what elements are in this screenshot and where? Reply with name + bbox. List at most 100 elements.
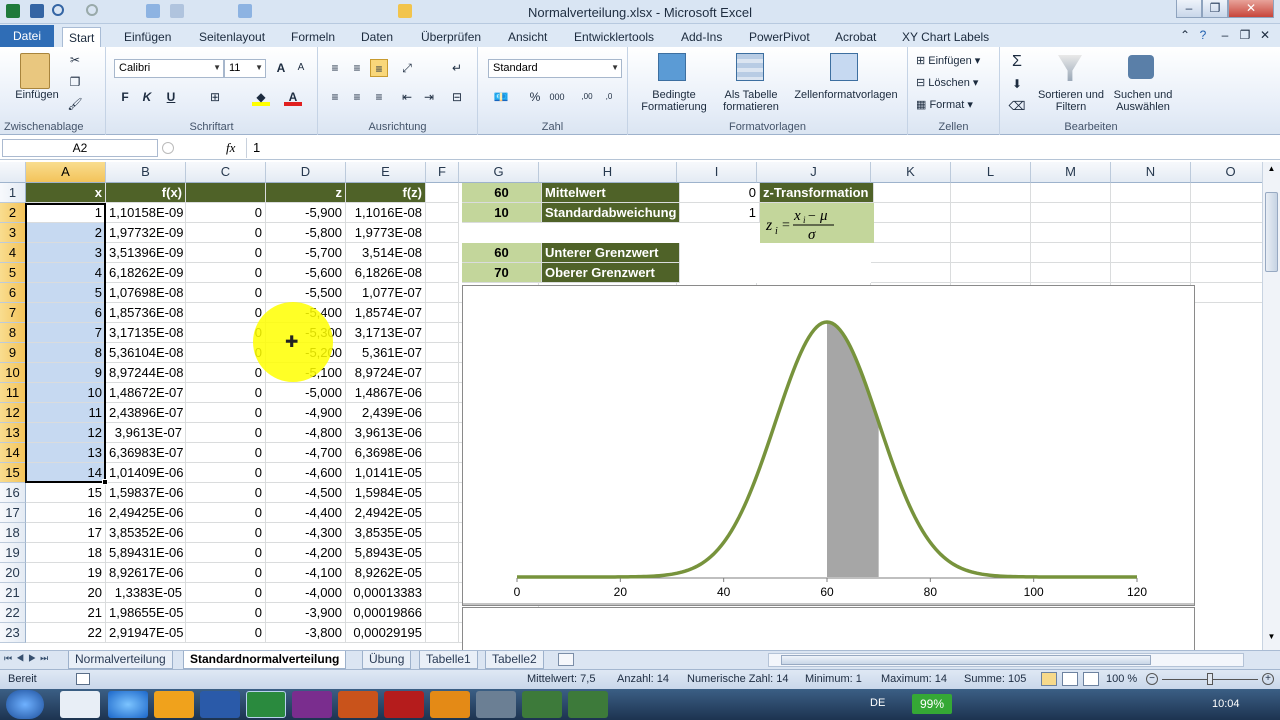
empty-cell[interactable] [426, 603, 459, 623]
table-cell[interactable]: 3,9613E-07 [106, 423, 186, 443]
table-cell[interactable]: 8 [26, 343, 106, 363]
table-cell[interactable]: -5,500 [266, 283, 346, 303]
copy-icon[interactable]: ❐ [66, 73, 84, 91]
row-header-3[interactable]: 3 [0, 223, 26, 243]
column-header-a[interactable]: A [26, 162, 106, 183]
table-cell[interactable]: 17 [26, 523, 106, 543]
empty-cell[interactable] [426, 423, 459, 443]
table-cell[interactable]: 5,361E-07 [346, 343, 426, 363]
table-cell[interactable]: 0 [186, 283, 266, 303]
table-cell[interactable]: 22 [26, 623, 106, 643]
vertical-scrollbar[interactable]: ▲ ▼ [1262, 162, 1280, 650]
align-center-icon[interactable]: ≡ [348, 88, 366, 106]
table-cell[interactable]: 1,97732E-09 [106, 223, 186, 243]
tab-ueberpruefen[interactable]: Überprüfen [415, 27, 487, 47]
empty-cell[interactable] [1031, 203, 1111, 223]
column-header-g[interactable]: G [459, 162, 539, 183]
table-cell[interactable]: 0 [186, 423, 266, 443]
empty-cell[interactable] [871, 243, 951, 263]
empty-cell[interactable] [426, 503, 459, 523]
table-cell[interactable]: -5,900 [266, 203, 346, 223]
language-indicator[interactable]: DE [870, 697, 885, 709]
table-cell[interactable]: 0 [186, 303, 266, 323]
table-cell[interactable]: 1 [26, 203, 106, 223]
table-cell[interactable]: 0 [186, 523, 266, 543]
increase-decimal-icon[interactable]: ,00 [578, 88, 596, 106]
table-cell[interactable]: 1,9773E-08 [346, 223, 426, 243]
table-cell[interactable]: 0 [186, 623, 266, 643]
row-header-1[interactable]: 1 [0, 183, 26, 203]
empty-cell[interactable] [951, 183, 1031, 203]
empty-cell[interactable] [426, 583, 459, 603]
find-select-button[interactable]: Suchen und Auswählen [1106, 89, 1180, 113]
empty-cell[interactable] [871, 263, 951, 283]
lower-label-cell[interactable]: Unterer Grenzwert [542, 243, 680, 263]
table-cell[interactable]: 2,91947E-05 [106, 623, 186, 643]
table-cell[interactable]: -4,900 [266, 403, 346, 423]
empty-cell[interactable] [1111, 243, 1191, 263]
scroll-up-icon[interactable]: ▲ [1265, 164, 1278, 178]
table-cell[interactable]: 0 [186, 403, 266, 423]
row-header-14[interactable]: 14 [0, 443, 26, 463]
tab-xy-chart-labels[interactable]: XY Chart Labels [896, 27, 995, 47]
column-header-o[interactable]: O [1191, 162, 1262, 183]
table-cell[interactable]: 0,00029195 [346, 623, 426, 643]
tab-datei[interactable]: Datei [0, 25, 54, 47]
table-cell[interactable]: 0,00013383 [346, 583, 426, 603]
table-cell[interactable]: 6,3698E-06 [346, 443, 426, 463]
number-format-select[interactable]: Standard ▼ [488, 59, 622, 78]
ztrans-label-cell[interactable]: z-Transformation [760, 183, 874, 203]
empty-cell[interactable] [426, 563, 459, 583]
table-cell[interactable]: 1,07698E-08 [106, 283, 186, 303]
table-cell[interactable]: 3,51396E-09 [106, 243, 186, 263]
macro-record-icon[interactable] [76, 673, 90, 685]
table-cell[interactable]: 1,5984E-05 [346, 483, 426, 503]
clock[interactable]: 10:04 [1212, 698, 1240, 710]
table-cell[interactable]: 6,18262E-09 [106, 263, 186, 283]
row-header-10[interactable]: 10 [0, 363, 26, 383]
empty-cell[interactable] [426, 263, 459, 283]
empty-cell[interactable] [1191, 223, 1262, 243]
table-header-cell[interactable] [186, 183, 266, 203]
table-cell[interactable]: 21 [26, 603, 106, 623]
minimize-button[interactable]: – [1176, 0, 1202, 18]
page-break-view-icon[interactable] [1083, 672, 1099, 686]
cut-icon[interactable]: ✂ [66, 51, 84, 69]
empty-cell[interactable] [426, 343, 459, 363]
table-cell[interactable]: -4,300 [266, 523, 346, 543]
column-header-j[interactable]: J [757, 162, 871, 183]
second-chart[interactable] [462, 607, 1195, 650]
table-cell[interactable]: 6 [26, 303, 106, 323]
table-cell[interactable]: 2,4942E-05 [346, 503, 426, 523]
table-cell[interactable]: 0 [186, 503, 266, 523]
row-header-23[interactable]: 23 [0, 623, 26, 643]
empty-cell[interactable] [426, 403, 459, 423]
zoom-level[interactable]: 100 % [1106, 673, 1137, 685]
upper-value-cell[interactable]: 70 [462, 263, 542, 283]
empty-cell[interactable] [1111, 203, 1191, 223]
empty-cell[interactable] [426, 323, 459, 343]
table-cell[interactable]: 4 [26, 263, 106, 283]
table-cell[interactable]: 0 [186, 443, 266, 463]
mean-value-cell[interactable]: 60 [462, 183, 542, 203]
taskbar-outlook-icon[interactable] [154, 691, 194, 718]
row-header-15[interactable]: 15 [0, 463, 26, 483]
align-top-icon[interactable]: ≡ [326, 59, 344, 77]
table-cell[interactable]: -4,500 [266, 483, 346, 503]
taskbar-ie-icon[interactable] [108, 691, 148, 718]
row-header-7[interactable]: 7 [0, 303, 26, 323]
conditional-format-icon[interactable] [658, 53, 686, 81]
taskbar-app-icon[interactable] [568, 691, 608, 718]
worksheet-grid[interactable]: ABCDEFGHIJKLMNO 1 2 3 4 5 6 7 8 9 10 11 12 13 14 15 16 1… [0, 162, 1262, 650]
empty-cell[interactable] [951, 263, 1031, 283]
help-icon[interactable]: ? [1194, 26, 1212, 44]
empty-cell[interactable] [426, 443, 459, 463]
row-header-20[interactable]: 20 [0, 563, 26, 583]
paste-button[interactable]: Einfügen [10, 89, 64, 101]
currency-icon[interactable]: 💶 [492, 88, 510, 106]
tab-daten[interactable]: Daten [355, 27, 399, 47]
format-painter-icon[interactable]: 🖌 [66, 95, 84, 113]
row-header-17[interactable]: 17 [0, 503, 26, 523]
border-icon[interactable]: ⊞ [206, 88, 224, 106]
align-bottom-icon[interactable]: ≡ [370, 59, 388, 77]
